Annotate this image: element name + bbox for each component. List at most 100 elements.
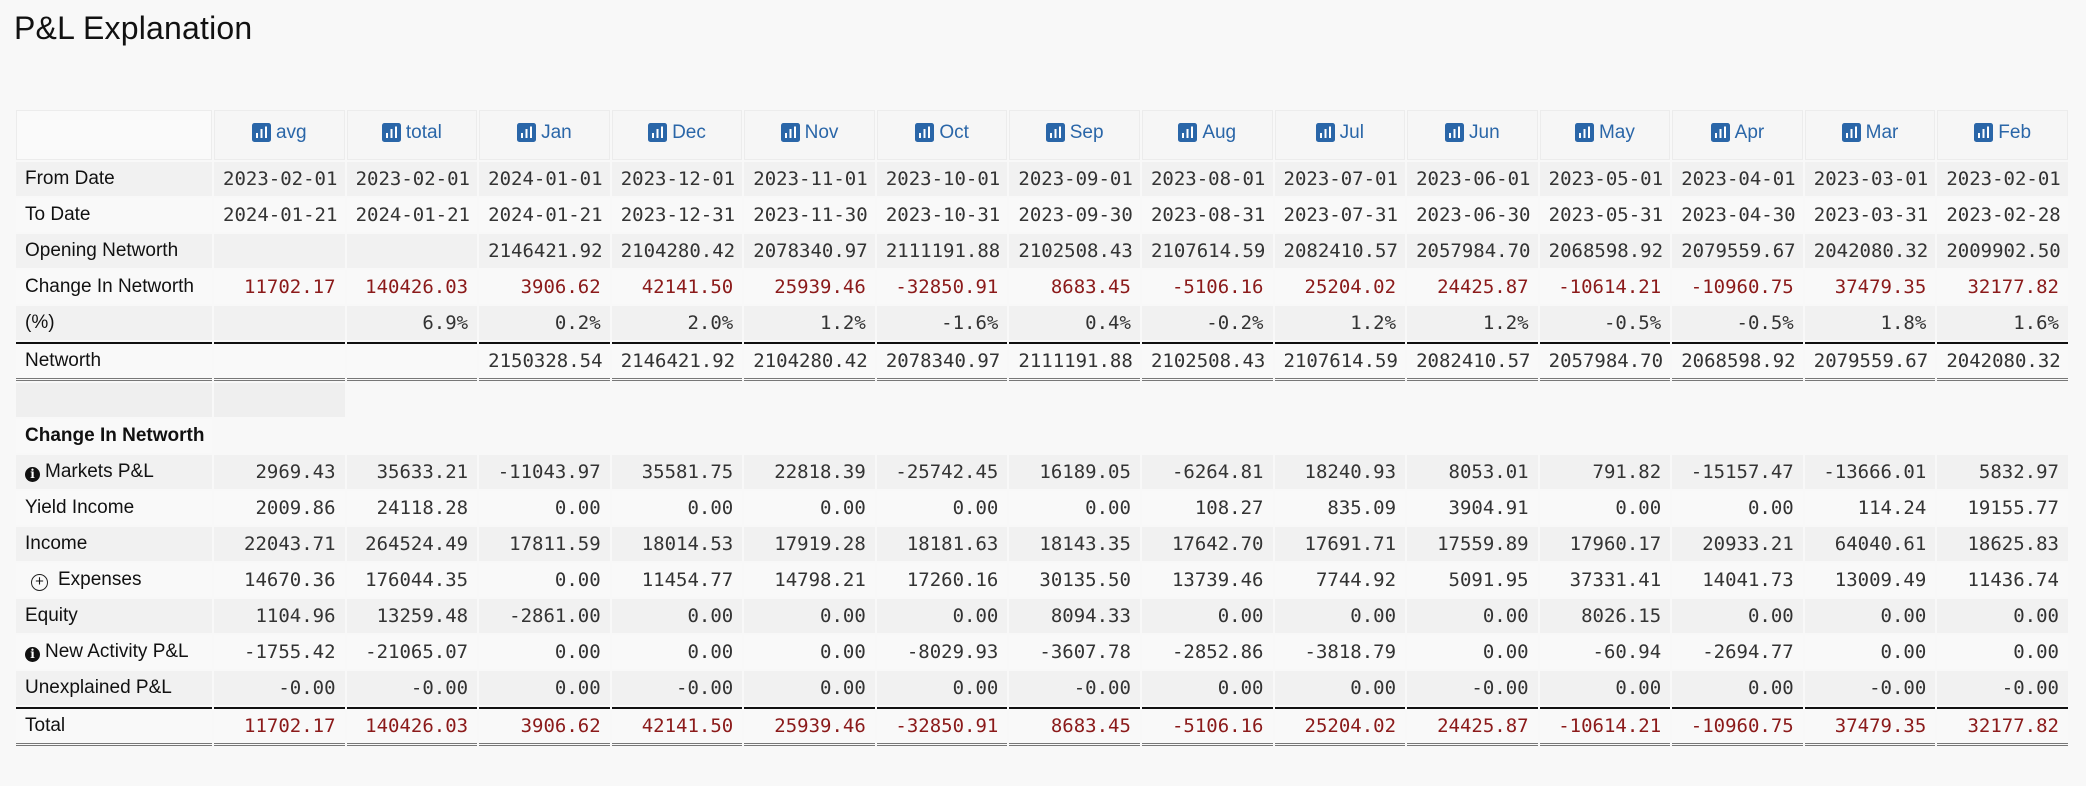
- value-cell: -13666.01: [1804, 455, 1936, 489]
- spacer-cell: [1141, 383, 1273, 417]
- column-header-mar[interactable]: Mar: [1804, 110, 1936, 160]
- column-header-link[interactable]: Oct: [915, 122, 969, 144]
- value-cell: 24118.28: [346, 491, 478, 525]
- column-header-link[interactable]: Feb: [1974, 122, 2031, 144]
- column-header-apr[interactable]: Apr: [1672, 110, 1803, 160]
- row-unexplained-p-l: Unexplained P&L -0.00 -0.00 0.00 -0.00 0.00 0.…: [16, 671, 2068, 705]
- value-cell: 42141.50: [611, 707, 743, 746]
- value-cell: 0.00: [744, 635, 875, 669]
- info-icon[interactable]: i: [25, 467, 40, 482]
- value-cell: 0.00: [1937, 635, 2068, 669]
- column-header-link[interactable]: Mar: [1841, 122, 1898, 144]
- column-header-feb[interactable]: Feb: [1937, 110, 2068, 160]
- value-cell: 2009902.50: [1937, 234, 2068, 268]
- value-cell: 2024-01-21: [479, 198, 610, 232]
- column-header-label: Dec: [672, 121, 706, 143]
- column-header-dec[interactable]: Dec: [611, 110, 743, 160]
- value-cell: [214, 306, 345, 340]
- spacer-cell: [611, 383, 743, 417]
- value-cell: -32850.91: [876, 270, 1008, 304]
- row-label: Total: [25, 715, 66, 736]
- value-cell: 37479.35: [1804, 707, 1936, 746]
- value-cell: 2023-12-31: [611, 198, 743, 232]
- header-corner: [16, 110, 212, 160]
- value-cell: 24425.87: [1407, 707, 1538, 746]
- column-header-avg[interactable]: avg: [214, 110, 345, 160]
- value-cell: 2969.43: [214, 455, 345, 489]
- column-header-link[interactable]: Jun: [1445, 122, 1500, 144]
- column-header-link[interactable]: Aug: [1178, 122, 1236, 144]
- column-header-label: Feb: [1998, 121, 2032, 143]
- value-cell: -0.00: [1009, 671, 1140, 705]
- value-cell: 2009.86: [214, 491, 345, 525]
- row-label: Expenses: [58, 569, 142, 590]
- value-cell: 0.00: [479, 635, 610, 669]
- value-cell: 3906.62: [479, 270, 610, 304]
- column-header-jul[interactable]: Jul: [1274, 110, 1406, 160]
- value-cell: 22818.39: [744, 455, 875, 489]
- value-cell: -0.2%: [1141, 306, 1273, 340]
- value-cell: 37331.41: [1539, 563, 1671, 597]
- row-label-cell: Equity: [16, 599, 212, 633]
- empty-cell: [1539, 419, 1671, 453]
- column-header-sep[interactable]: Sep: [1009, 110, 1140, 160]
- column-header-total[interactable]: total: [346, 110, 478, 160]
- section-title: Change In Networth: [16, 419, 212, 453]
- column-header-nov[interactable]: Nov: [744, 110, 875, 160]
- row-label: Income: [25, 533, 88, 554]
- value-cell: 1.8%: [1804, 306, 1936, 340]
- spacer-cell: [214, 383, 345, 417]
- value-cell: 0.00: [1937, 599, 2068, 633]
- value-cell: 0.00: [1672, 491, 1803, 525]
- header-row: avg total Jan Dec Nov Oct Sep Aug Jul Jun May Apr Ma…: [16, 110, 2068, 160]
- value-cell: 2023-05-01: [1539, 162, 1671, 196]
- value-cell: -21065.07: [346, 635, 478, 669]
- column-header-link[interactable]: Jan: [517, 122, 572, 144]
- value-cell: 2068598.92: [1672, 342, 1803, 381]
- row-expenses: + Expenses 14670.36 176044.35 0.00 11454.77 14…: [16, 563, 2068, 597]
- value-cell: 1104.96: [214, 599, 345, 633]
- value-cell: 32177.82: [1937, 707, 2068, 746]
- column-header-link[interactable]: Nov: [780, 121, 839, 144]
- value-cell: 2104280.42: [744, 342, 875, 381]
- value-cell: 2023-02-01: [214, 162, 345, 196]
- value-cell: 14798.21: [744, 563, 875, 597]
- value-cell: 11702.17: [214, 707, 345, 746]
- info-icon[interactable]: i: [25, 647, 40, 662]
- column-header-link[interactable]: Sep: [1045, 122, 1104, 144]
- row-networth: Networth 2150328.54 2146421.92 2104280.42 20…: [16, 342, 2068, 381]
- spacer-cell: [744, 383, 875, 417]
- column-header-jan[interactable]: Jan: [479, 110, 610, 160]
- value-cell: -15157.47: [1672, 455, 1803, 489]
- column-header-link[interactable]: Jul: [1315, 122, 1364, 144]
- column-header-link[interactable]: Apr: [1710, 122, 1764, 144]
- column-header-label: total: [405, 121, 442, 143]
- value-cell: -0.00: [1407, 671, 1538, 705]
- column-header-link[interactable]: May: [1574, 122, 1635, 144]
- column-header-may[interactable]: May: [1539, 110, 1671, 160]
- value-cell: 2111191.88: [876, 234, 1008, 268]
- value-cell: -10614.21: [1539, 707, 1671, 746]
- value-cell: 18143.35: [1009, 527, 1140, 561]
- column-header-label: Nov: [804, 121, 839, 143]
- row-label-cell: From Date: [16, 162, 212, 196]
- bar-chart-icon: [1710, 123, 1730, 143]
- row-label-cell: Total: [16, 707, 212, 746]
- value-cell: 108.27: [1141, 491, 1273, 525]
- column-header-jun[interactable]: Jun: [1407, 110, 1538, 160]
- column-header-aug[interactable]: Aug: [1141, 110, 1273, 160]
- plus-circle-icon[interactable]: +: [31, 574, 48, 591]
- column-header-link[interactable]: Dec: [648, 122, 706, 144]
- value-cell: [214, 234, 345, 268]
- pnl-table: avg total Jan Dec Nov Oct Sep Aug Jul Jun May Apr Ma…: [14, 108, 2070, 748]
- value-cell: 0.00: [1274, 599, 1406, 633]
- value-cell: 0.00: [744, 599, 875, 633]
- column-header-link[interactable]: avg: [251, 122, 307, 144]
- column-header-link[interactable]: total: [381, 121, 442, 144]
- row-label: To Date: [25, 204, 91, 225]
- value-cell: 2023-11-01: [744, 162, 875, 196]
- row-income: Income 22043.71 264524.49 17811.59 18014.53 1…: [16, 527, 2068, 561]
- bar-chart-icon: [1841, 123, 1861, 143]
- column-header-oct[interactable]: Oct: [876, 110, 1008, 160]
- bar-chart-icon: [1574, 123, 1594, 143]
